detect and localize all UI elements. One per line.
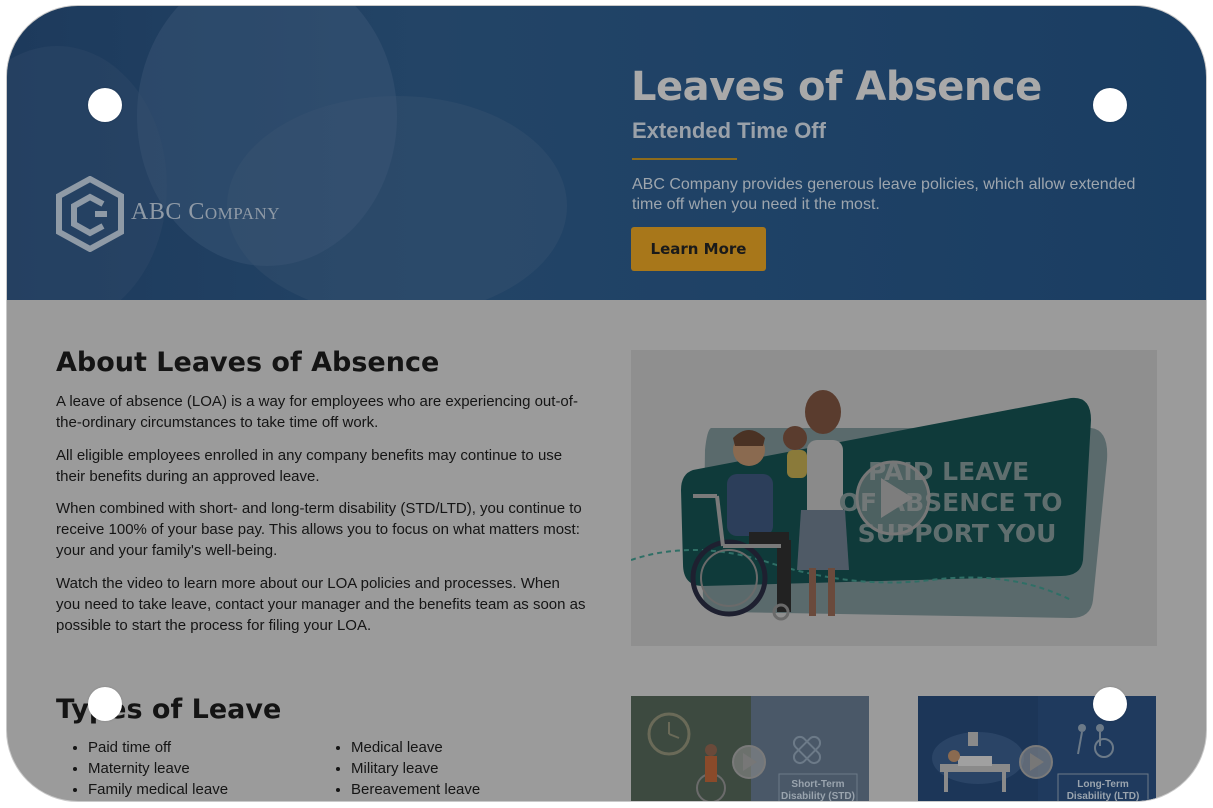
ltd-thumbnail-label: Long-Term (1077, 779, 1129, 790)
leave-type-list: Paid time off Maternity leave Family med… (56, 737, 228, 800)
corner-marker (88, 88, 122, 122)
video-illustration: PAID LEAVE OF ABSENCE TO SUPPORT YOU (631, 350, 1157, 646)
leave-type-item: Maternity leave (88, 758, 228, 779)
leave-type-item: Military leave (351, 758, 480, 779)
company-logo-text: ABC Company (131, 199, 280, 225)
hero-photo-shape (227, 96, 567, 300)
leave-type-item: Paid time off (88, 737, 228, 758)
about-paragraph: When combined with short- and long-term … (56, 500, 582, 559)
loa-video-player[interactable]: PAID LEAVE OF ABSENCE TO SUPPORT YOU (631, 350, 1157, 646)
std-thumbnail-label: Disability (STD) (781, 791, 855, 802)
leave-type-item: Bereavement leave (351, 779, 480, 800)
hero-subtitle: Extended Time Off (632, 118, 826, 143)
leave-type-list: Medical leave Military leave Bereavement… (319, 737, 480, 800)
leave-type-item: Family medical leave (88, 779, 228, 800)
woman-figure (805, 390, 841, 434)
abc-company-logo-icon (56, 176, 124, 252)
hero-title: Leaves of Absence (631, 64, 1042, 110)
about-paragraph: Watch the video to learn more about our … (56, 575, 586, 634)
ltd-thumbnail-label: Disability (LTD) (1067, 791, 1140, 802)
hero-banner: ABC Company Leaves of Absence Extended T… (7, 6, 1206, 300)
learn-more-button[interactable]: Learn More (631, 227, 766, 271)
hero-description: ABC Company provides generous leave poli… (632, 176, 1136, 213)
page-frame: ABC Company Leaves of Absence Extended T… (6, 5, 1207, 802)
std-video-thumbnail[interactable]: Short-Term Disability (STD) (631, 696, 869, 802)
play-icon[interactable] (732, 745, 766, 779)
corner-marker (1093, 88, 1127, 122)
leave-type-item: Medical leave (351, 737, 480, 758)
play-icon[interactable] (855, 460, 931, 536)
std-thumbnail-label: Short-Term (791, 779, 844, 790)
hero-divider (632, 158, 737, 160)
about-title: About Leaves of Absence (56, 347, 440, 378)
about-paragraph: A leave of absence (LOA) is a way for em… (56, 393, 578, 431)
corner-marker (1093, 687, 1127, 721)
corner-marker (88, 687, 122, 721)
std-thumbnail-art: Short-Term Disability (STD) (631, 696, 869, 802)
about-paragraph: All eligible employees enrolled in any c… (56, 447, 563, 485)
play-icon[interactable] (1019, 745, 1053, 779)
